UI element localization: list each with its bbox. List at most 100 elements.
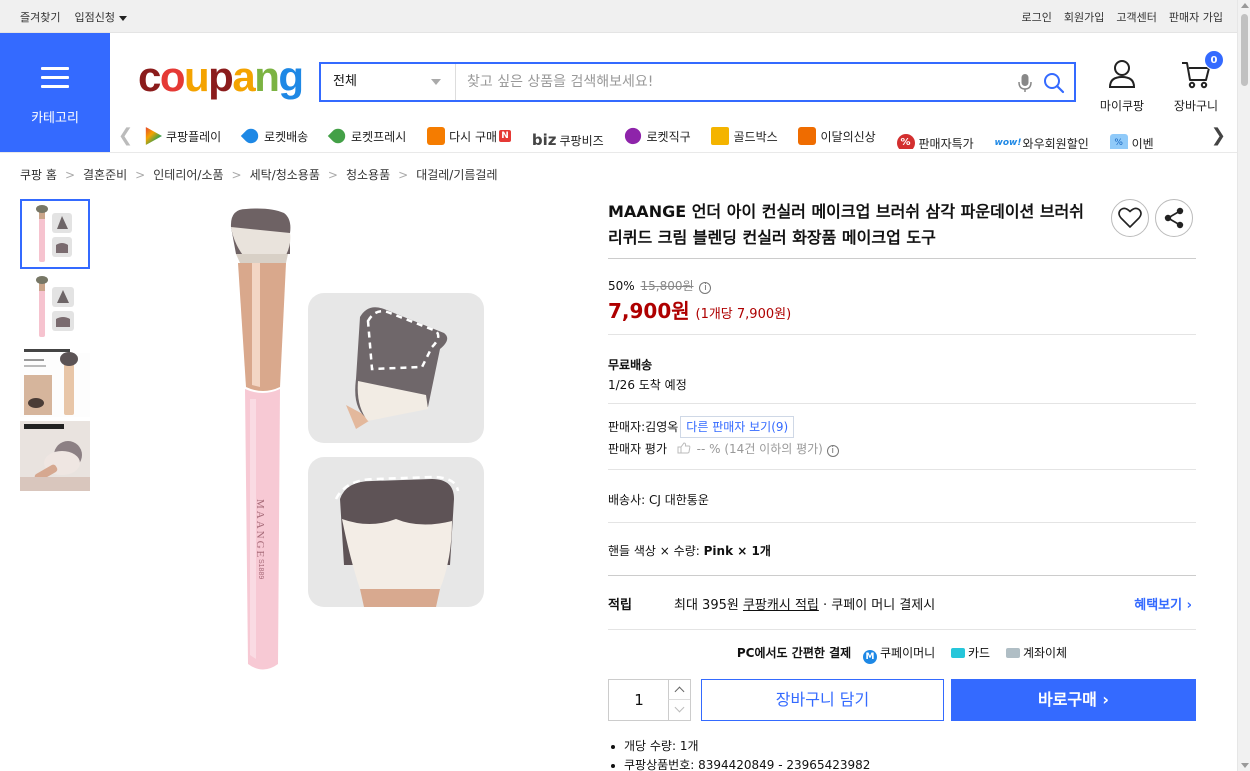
rocket-direct-icon — [625, 127, 642, 145]
scrollbar-thumb[interactable] — [1241, 14, 1248, 86]
goldbox-icon — [711, 127, 730, 145]
login-link[interactable]: 로그인 — [1022, 9, 1052, 25]
seller-signup-link[interactable]: 판매자 가입 — [1169, 9, 1223, 25]
new-product-icon — [798, 127, 817, 145]
thumbnail-3[interactable] — [20, 347, 90, 417]
chevron-right-icon: > — [327, 167, 338, 182]
shipping-title: 무료배송 — [608, 358, 653, 372]
chevron-right-icon: > — [231, 167, 242, 182]
courier-divider — [608, 522, 1196, 523]
view-benefits-link[interactable]: 혜택보기 › — [1134, 594, 1192, 613]
seller-divider — [608, 469, 1196, 470]
microphone-icon[interactable] — [1018, 73, 1032, 93]
search-category-select[interactable]: 전체 — [321, 64, 456, 100]
courier-info: 배송사: CJ 대한통운 — [608, 493, 709, 507]
breadcrumb-item[interactable]: 세탁/청소용품 — [250, 166, 320, 183]
chevron-right-icon: > — [398, 167, 409, 182]
shipping-info: 무료배송 1/26 도착 예정 — [608, 355, 687, 395]
service-nav-item[interactable]: 다시 구매 N — [427, 123, 512, 149]
breadcrumb-item[interactable]: 청소용품 — [346, 166, 390, 183]
card-icon — [951, 648, 966, 658]
chevron-right-icon: > — [135, 167, 146, 182]
service-nav-item[interactable]: % 판매자특가 — [896, 130, 974, 149]
signup-link[interactable]: 회원가입 — [1064, 9, 1104, 25]
thumbnail-2[interactable] — [20, 273, 90, 343]
selected-option: 핸들 색상 × 수량: Pink × 1개 — [608, 542, 771, 559]
seller-apply-label: 입점신청 — [74, 11, 115, 24]
service-nav-item[interactable]: % 이벤 — [1109, 130, 1154, 149]
service-nav-item[interactable]: 이달의신상 — [798, 123, 876, 149]
event-icon: % — [1109, 134, 1128, 149]
chevron-right-icon: > — [64, 167, 75, 182]
thumbs-up-icon — [677, 442, 691, 454]
list-item: 개당 수량: 1개 — [608, 737, 870, 756]
seller-info: 판매자:김영옥 다른 판매자 보기(9) 판매자 평가 -- % (14건 이하의… — [608, 416, 839, 460]
quantity-increase-button[interactable] — [668, 680, 690, 700]
reward-row: 적립 최대 395원 쿠팡캐시 적립 · 쿠페이 머니 결제시 혜택보기 › — [608, 594, 1196, 613]
percent-icon: % — [896, 134, 915, 149]
wow-icon: wow! — [994, 134, 1021, 149]
bank-transfer-label: 계좌이체 — [1022, 646, 1068, 660]
breadcrumb-item[interactable]: 인테리어/소품 — [153, 166, 223, 183]
mycoupang-label: 마이쿠팡 — [1099, 99, 1145, 113]
chevron-right-icon[interactable]: ❯ — [1211, 125, 1226, 146]
quantity-input[interactable]: 1 — [609, 680, 669, 720]
coupang-logo[interactable]: coupang — [138, 56, 304, 98]
bank-transfer-icon — [1005, 648, 1020, 658]
service-nav-item[interactable]: 골드박스 — [711, 123, 778, 149]
thumbnail-4[interactable] — [20, 421, 90, 491]
scroll-down-icon[interactable] — [1241, 763, 1249, 768]
pc-payment-row: PC에서도 간편한 결제 M 쿠페이머니 카드 계좌이체 — [608, 644, 1196, 664]
customer-center-link[interactable]: 고객센터 — [1116, 9, 1156, 25]
info-icon[interactable]: i — [699, 282, 712, 294]
pc-payment-label: PC에서도 간편한 결제 — [736, 646, 852, 660]
add-to-cart-button[interactable]: 장바구니 담기 — [701, 679, 944, 721]
service-nav-item[interactable]: 로켓직구 — [624, 123, 691, 149]
breadcrumb-item[interactable]: 결혼준비 — [83, 166, 127, 183]
service-nav-item[interactable]: wow! 와우회원할인 — [994, 130, 1089, 149]
service-nav-item[interactable]: 로켓배송 — [240, 123, 308, 149]
reward-condition: · 쿠페이 머니 결제시 — [823, 598, 936, 613]
mycoupang-button[interactable]: 마이쿠팡 — [1098, 58, 1146, 114]
breadcrumb-item[interactable]: 대걸레/기름걸레 — [416, 166, 497, 183]
coupang-cash-link[interactable]: 쿠팡캐시 적립 — [743, 598, 819, 613]
brush-code-text: S1889 — [257, 559, 264, 579]
service-nav-item[interactable]: biz 쿠팡비즈 — [532, 127, 604, 149]
original-price: 15,800원 — [640, 279, 694, 293]
category-menu-button[interactable]: 카테고리 — [0, 33, 110, 152]
rocket-fresh-icon — [327, 125, 349, 147]
quantity-decrease-button[interactable] — [668, 700, 690, 720]
main-product-image: MAANGE S1889 — [230, 208, 484, 670]
hamburger-icon — [41, 67, 69, 94]
share-icon — [1164, 207, 1184, 229]
quantity-stepper: 1 — [608, 679, 691, 721]
page-scrollbar[interactable] — [1237, 0, 1250, 771]
product-title: MAANGE 언더 아이 컨실러 메이크업 브러쉬 삼각 파운데이션 브러쉬 리… — [608, 202, 1084, 247]
scroll-up-icon[interactable] — [1241, 3, 1249, 8]
sale-price-row: 7,900원 (1개당 7,900원) — [608, 295, 791, 324]
caret-down-icon — [118, 15, 127, 21]
share-button[interactable] — [1155, 199, 1193, 237]
chevron-left-icon[interactable]: ❮ — [118, 125, 133, 146]
seller-apply-link[interactable]: 입점신청 — [74, 9, 127, 25]
cart-count-badge: 0 — [1204, 50, 1224, 70]
buy-now-button[interactable]: 바로구매 › — [951, 679, 1196, 721]
biz-icon: biz — [531, 131, 557, 149]
rocket-delivery-icon — [240, 125, 262, 147]
service-nav-items: 쿠팡플레이 로켓배송 로켓프레시 다시 구매 N biz 쿠팡비즈 로켓직구 골드박… — [144, 123, 1200, 149]
search-input[interactable]: 찾고 싶은 상품을 검색해보세요! — [467, 64, 653, 100]
wishlist-button[interactable] — [1111, 199, 1149, 237]
breadcrumb-item[interactable]: 쿠팡 홈 — [20, 166, 57, 183]
service-nav-item[interactable]: 로켓프레시 — [327, 123, 406, 149]
info-icon[interactable]: i — [826, 445, 839, 457]
user-icon — [1108, 60, 1136, 88]
thumbnail-1[interactable] — [20, 199, 90, 269]
search-icon[interactable] — [1043, 72, 1065, 94]
service-nav: ❮ 쿠팡플레이 로켓배송 로켓프레시 다시 구매 N biz 쿠팡비즈 로켓직구 골… — [118, 123, 1230, 149]
other-sellers-button[interactable]: 다른 판매자 보기(9) — [680, 416, 795, 438]
category-label: 카테고리 — [31, 111, 79, 126]
favorites-link[interactable]: 즐겨찾기 — [20, 9, 60, 25]
search-category-value: 전체 — [333, 74, 357, 89]
service-nav-item[interactable]: 쿠팡플레이 — [144, 123, 221, 149]
unit-price: (1개당 7,900원) — [695, 307, 792, 322]
